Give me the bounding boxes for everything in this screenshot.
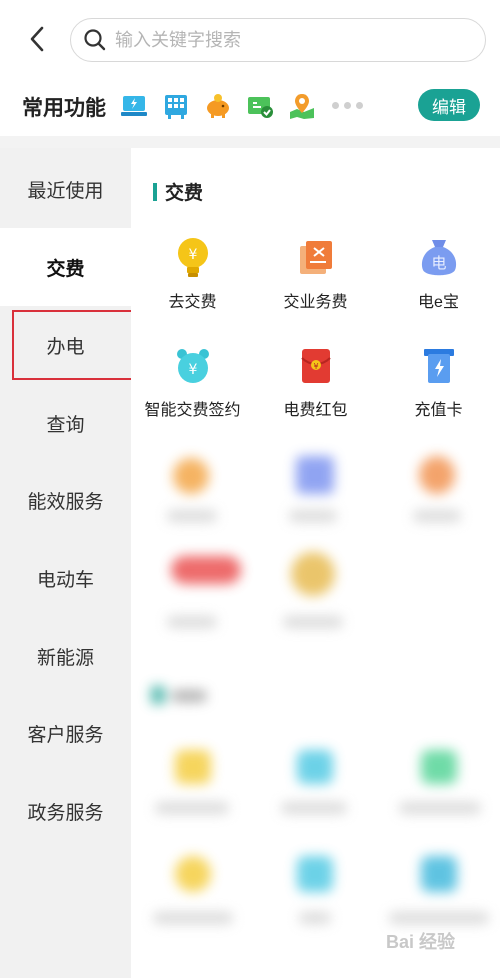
- service-label: 电e宝: [418, 294, 459, 311]
- edit-button[interactable]: 编辑: [418, 89, 480, 121]
- section-accent-bar: [153, 182, 157, 201]
- back-button[interactable]: [22, 24, 52, 54]
- alarm-clock-icon: ¥: [171, 344, 215, 388]
- money-bag-icon: 电: [417, 236, 461, 280]
- favorites-icons: [120, 92, 316, 120]
- map-pin-icon[interactable]: [288, 92, 316, 120]
- sidebar-item-customer-service[interactable]: 客户服务: [0, 694, 131, 772]
- category-sidebar: 最近使用 交费 办电 查询 能效服务 电动车 新能源 客户服务 政务服务: [0, 148, 131, 978]
- sidebar-item-electric-vehicle[interactable]: 电动车: [0, 539, 131, 617]
- svg-text:¥: ¥: [188, 247, 197, 263]
- service-label: 去交费: [168, 294, 217, 311]
- service-red-envelope[interactable]: ¥ 电费红包: [254, 344, 377, 420]
- blurred-content: [131, 438, 500, 978]
- sidebar-item-query[interactable]: 查询: [0, 384, 131, 462]
- service-label: 交业务费: [283, 294, 348, 311]
- sidebar-item-payment[interactable]: 交费: [0, 228, 131, 306]
- piggy-bank-icon[interactable]: [204, 92, 232, 120]
- service-label: 电费红包: [283, 402, 348, 419]
- section-divider: [0, 136, 500, 148]
- sidebar-item-new-energy[interactable]: 新能源: [0, 617, 131, 695]
- favorites-title: 常用功能: [22, 97, 106, 120]
- red-envelope-icon: ¥: [294, 344, 338, 388]
- service-recharge-card[interactable]: 充值卡: [377, 344, 500, 420]
- sidebar-item-government-service[interactable]: 政务服务: [0, 772, 131, 850]
- baidu-watermark: Bai 经验: [386, 932, 456, 952]
- search-input[interactable]: [115, 29, 455, 51]
- sidebar-item-apply-power[interactable]: 办电: [0, 306, 131, 384]
- service-dianebao[interactable]: 电 电e宝: [377, 236, 500, 312]
- service-business-fee[interactable]: 交业务费: [254, 236, 377, 312]
- search-icon: [83, 28, 107, 52]
- fee-document-icon: [294, 236, 338, 280]
- svg-text:¥: ¥: [188, 362, 197, 378]
- section-title: 交费: [153, 178, 203, 205]
- section-title-text: 交费: [165, 183, 204, 204]
- service-label: 充值卡: [414, 402, 463, 419]
- sidebar-item-recent[interactable]: 最近使用: [0, 150, 131, 228]
- service-smart-pay-contract[interactable]: ¥ 智能交费签约: [131, 344, 254, 420]
- recharge-card-icon: [417, 344, 461, 388]
- service-label: 智能交费签约: [144, 402, 241, 419]
- chevron-left-icon: [30, 26, 44, 52]
- top-bar: [0, 0, 500, 80]
- service-go-pay[interactable]: ¥ 去交费: [131, 236, 254, 312]
- svg-text:电: 电: [431, 254, 446, 272]
- svg-text:¥: ¥: [313, 362, 318, 371]
- building-icon[interactable]: [162, 92, 190, 120]
- more-dots-icon[interactable]: [332, 102, 363, 109]
- bill-check-icon[interactable]: [246, 92, 274, 120]
- search-box[interactable]: [70, 18, 486, 62]
- lightbulb-yuan-icon: ¥: [171, 236, 215, 280]
- sidebar-item-energy-efficiency[interactable]: 能效服务: [0, 461, 131, 539]
- favorites-row: 常用功能 编辑: [0, 80, 500, 136]
- laptop-bolt-icon[interactable]: [120, 92, 148, 120]
- service-content: 交费 ¥ 去交费 交业务费 电 电e宝 ¥ 智能交费签约 ¥ 电费红包 充值卡: [131, 148, 500, 978]
